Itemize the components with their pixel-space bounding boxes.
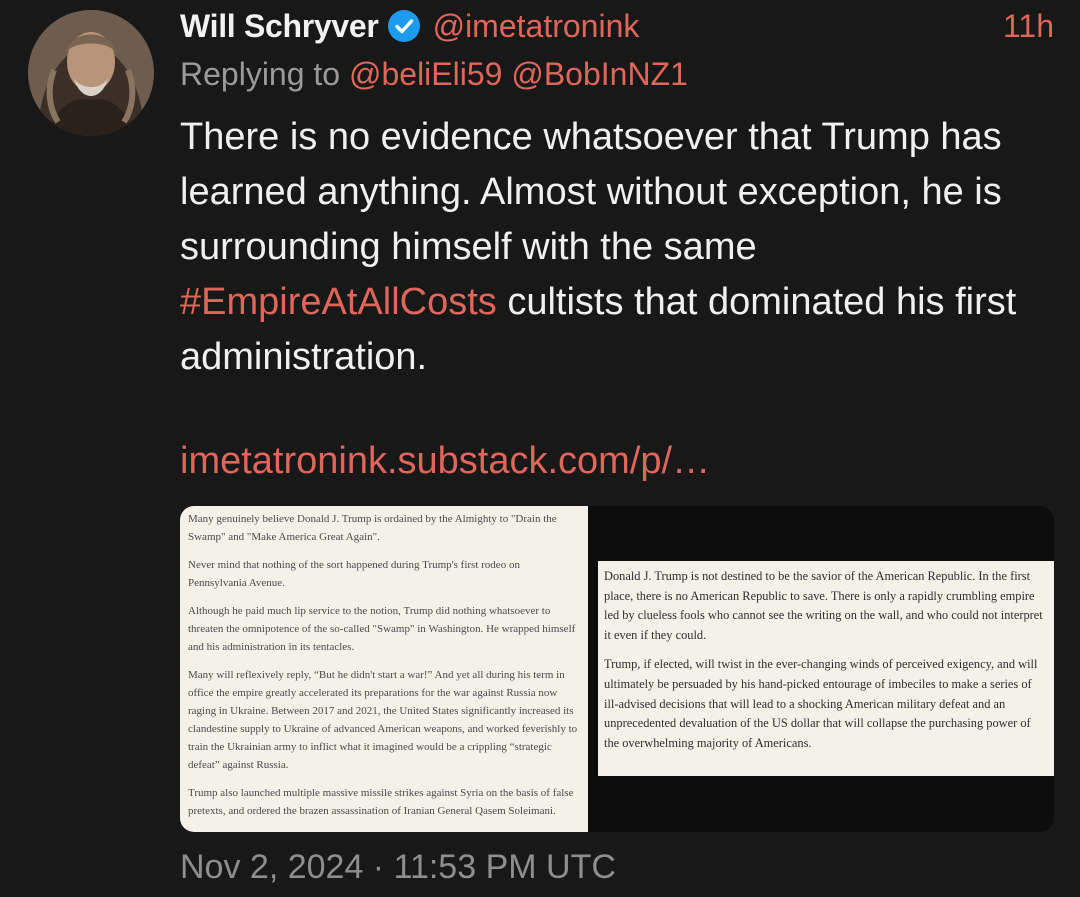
reply-mention[interactable]: @BobInNZ1 xyxy=(511,56,688,92)
avatar[interactable] xyxy=(28,10,154,136)
media-paragraph: Many will reflexively reply, “But he did… xyxy=(188,669,578,771)
verified-badge-icon xyxy=(387,9,421,43)
media-paragraph: Trump, if elected, will twist in the eve… xyxy=(604,657,1038,750)
tweet-time-ago[interactable]: 11h xyxy=(1003,8,1054,45)
media-image-left[interactable]: Many genuinely believe Donald J. Trump i… xyxy=(180,506,588,832)
media-image-right[interactable]: Donald J. Trump is not destined to be th… xyxy=(598,561,1054,776)
tweet-header: Will Schryver @imetatronink 11h xyxy=(180,4,1054,48)
media-paragraph: Never mind that nothing of the sort happ… xyxy=(188,559,520,589)
media-paragraph: Trump also launched multiple massive mis… xyxy=(188,787,574,817)
post-date[interactable]: Nov 2, 2024 · 11:53 PM UTC xyxy=(180,848,616,887)
reply-context: Replying to @beliEli59 @BobInNZ1 xyxy=(180,56,688,93)
tweet-text-part: There is no evidence whatsoever that Tru… xyxy=(180,116,1002,268)
media-paragraph: Donald J. Trump is not destined to be th… xyxy=(604,569,1043,642)
media-paragraph: Although he paid much lip service to the… xyxy=(188,605,576,653)
reply-mention[interactable]: @beliEli59 xyxy=(349,56,502,92)
tweet-text: There is no evidence whatsoever that Tru… xyxy=(180,110,1060,385)
author-name[interactable]: Will Schryver xyxy=(180,8,379,45)
author-handle[interactable]: @imetatronink xyxy=(433,8,640,45)
reply-prefix: Replying to xyxy=(180,56,341,92)
article-link[interactable]: imetatronink.substack.com/p/… xyxy=(180,440,710,483)
media-paragraph: Many genuinely believe Donald J. Trump i… xyxy=(188,513,557,543)
avatar-portrait xyxy=(28,10,154,136)
media-attachment[interactable]: Many genuinely believe Donald J. Trump i… xyxy=(180,506,1054,832)
hashtag-link[interactable]: #EmpireAtAllCosts xyxy=(180,281,497,323)
